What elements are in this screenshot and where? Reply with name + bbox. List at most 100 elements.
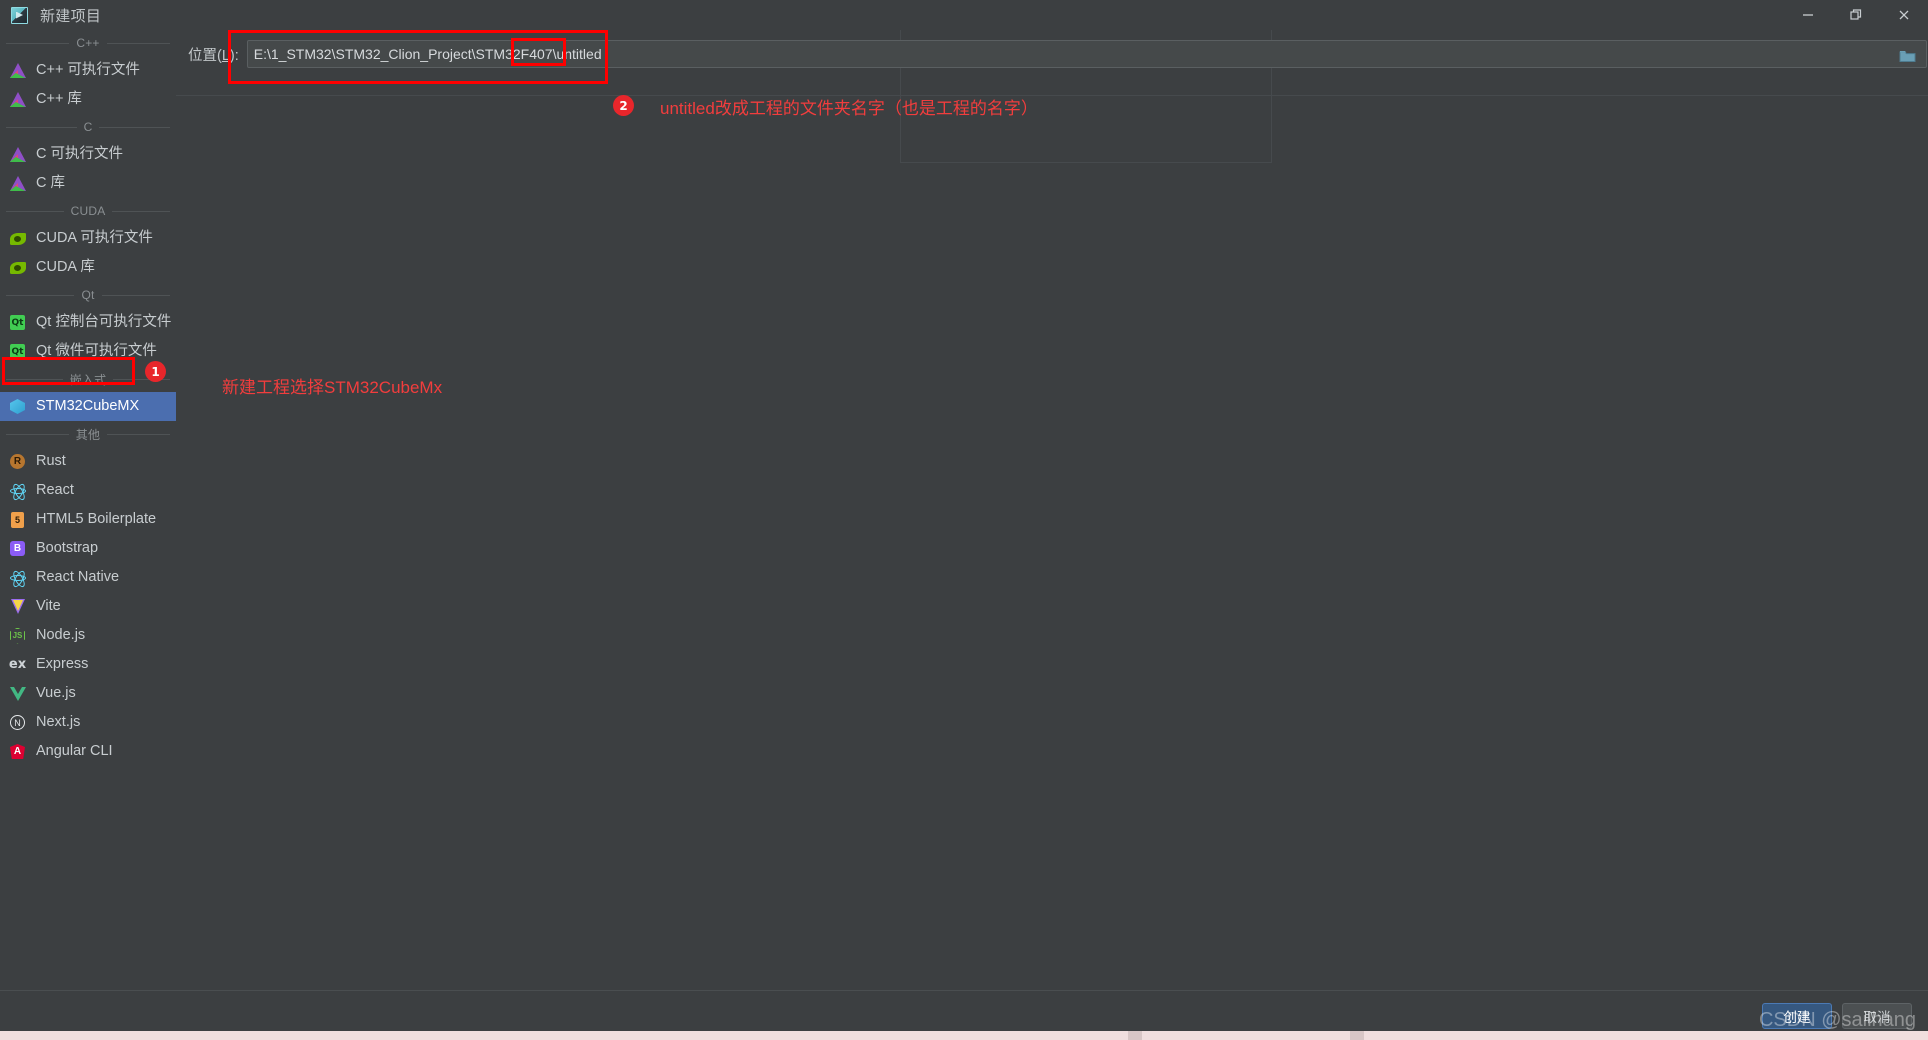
taskbar-strip xyxy=(0,1031,1928,1040)
clion-icon xyxy=(9,146,26,163)
react-icon xyxy=(9,569,26,586)
location-input-value: E:\1_STM32\STM32_Clion_Project\STM32F407… xyxy=(253,46,602,62)
template-item-label: Vite xyxy=(36,598,61,614)
react-icon xyxy=(9,482,26,499)
clion-icon xyxy=(9,175,26,192)
template-item-label: Next.js xyxy=(36,714,81,730)
group-separator-C: C xyxy=(0,114,176,140)
group-separator-Qt: Qt xyxy=(0,282,176,308)
template-item-C++ 可执行文件[interactable]: C++ 可执行文件 xyxy=(0,56,176,85)
taskbar-tick-2 xyxy=(1350,1031,1364,1040)
cancel-button[interactable]: 取消 xyxy=(1842,1002,1912,1029)
annotation-text-1: 新建工程选择STM32CubeMx xyxy=(222,378,443,397)
template-item-Rust[interactable]: R Rust xyxy=(0,447,176,476)
template-item-label: HTML5 Boilerplate xyxy=(36,511,157,527)
nodejs-icon: JS xyxy=(9,627,26,644)
rust-icon: R xyxy=(9,453,26,470)
template-item-label: Angular CLI xyxy=(36,743,113,759)
cuda-icon xyxy=(9,230,26,247)
template-item-C 可执行文件[interactable]: C 可执行文件 xyxy=(0,140,176,169)
express-icon: ex xyxy=(8,657,27,672)
nextjs-icon: N xyxy=(9,714,26,731)
template-item-CUDA 库[interactable]: CUDA 库 xyxy=(0,253,176,282)
separator-rule xyxy=(107,433,170,435)
group-caption: CUDA xyxy=(70,204,106,218)
group-separator-CUDA: CUDA xyxy=(0,198,176,224)
clion-icon xyxy=(9,91,26,108)
template-item-label: CUDA 库 xyxy=(36,259,95,275)
template-item-label: Qt 微件可执行文件 xyxy=(36,343,157,359)
template-item-label: CUDA 可执行文件 xyxy=(36,230,153,246)
template-item-Vue.js[interactable]: Vue.js xyxy=(0,679,176,708)
template-item-label: C 可执行文件 xyxy=(36,146,123,162)
folder-icon[interactable] xyxy=(1896,45,1920,67)
template-item-Qt 控制台可执行文件[interactable]: Qt Qt 控制台可执行文件 xyxy=(0,308,176,337)
vite-icon xyxy=(9,598,26,615)
separator-rule xyxy=(6,210,64,212)
separator-rule xyxy=(101,294,171,296)
template-item-STM32CubeMX[interactable]: STM32CubeMX xyxy=(0,392,176,421)
template-item-React[interactable]: React xyxy=(0,476,176,505)
close-icon[interactable] xyxy=(1880,0,1928,30)
separator-rule xyxy=(6,126,77,128)
template-item-Node.js[interactable]: JS Node.js xyxy=(0,621,176,650)
vuejs-icon xyxy=(9,685,26,702)
location-row: 位置(L): E:\1_STM32\STM32_Clion_Project\ST… xyxy=(188,40,1927,68)
project-settings-pane: 位置(L): E:\1_STM32\STM32_Clion_Project\ST… xyxy=(176,30,1928,990)
template-item-Vite[interactable]: Vite xyxy=(0,592,176,621)
template-item-label: C 库 xyxy=(36,175,65,191)
template-item-HTML5 Boilerplate[interactable]: 5 HTML5 Boilerplate xyxy=(0,505,176,534)
separator-rule xyxy=(6,294,75,296)
group-caption: C xyxy=(83,120,93,134)
template-list[interactable]: C++ C++ 可执行文件 C++ 库C C 可执行文件 C 库 CUDA CUDA 可执行… xyxy=(0,30,176,990)
template-item-label: Node.js xyxy=(36,627,86,643)
template-item-label: Qt 控制台可执行文件 xyxy=(36,314,172,330)
template-item-C 库[interactable]: C 库 xyxy=(0,169,176,198)
location-input[interactable]: E:\1_STM32\STM32_Clion_Project\STM32F407… xyxy=(246,40,1927,68)
group-separator-C++: C++ xyxy=(0,30,176,56)
template-item-label: STM32CubeMX xyxy=(36,398,140,414)
group-caption: Qt xyxy=(81,288,95,302)
new-project-icon xyxy=(11,6,28,24)
template-item-CUDA 可执行文件[interactable]: CUDA 可执行文件 xyxy=(0,224,176,253)
template-item-label: Bootstrap xyxy=(36,540,99,556)
location-label: 位置(L): xyxy=(188,47,239,64)
template-item-React Native[interactable]: React Native xyxy=(0,563,176,592)
template-item-C++ 库[interactable]: C++ 库 xyxy=(0,85,176,114)
annotation-badge-2: 2 xyxy=(613,95,634,116)
html5-icon: 5 xyxy=(9,511,26,528)
template-item-Next.js[interactable]: N Next.js xyxy=(0,708,176,737)
annotation-badge-1: 1 xyxy=(145,361,166,382)
qt-icon: Qt xyxy=(9,314,26,331)
template-item-label: React xyxy=(36,482,74,498)
clion-icon xyxy=(9,62,26,79)
template-item-label: C++ 可执行文件 xyxy=(36,62,140,78)
restore-icon[interactable] xyxy=(1832,0,1880,30)
separator-rule xyxy=(112,210,170,212)
template-item-Bootstrap[interactable]: B Bootstrap xyxy=(0,534,176,563)
angular-icon: A xyxy=(9,743,26,760)
group-caption: C++ xyxy=(76,36,100,50)
separator-rule xyxy=(6,378,63,380)
cuda-icon xyxy=(9,259,26,276)
template-item-label: C++ 库 xyxy=(36,91,82,107)
group-separator-其他: 其他 xyxy=(0,421,176,447)
create-button[interactable]: 创建 xyxy=(1762,1002,1832,1029)
template-item-label: Rust xyxy=(36,453,66,469)
separator-rule xyxy=(106,42,171,44)
template-item-Angular CLI[interactable]: A Angular CLI xyxy=(0,737,176,766)
qt-icon: Qt xyxy=(9,343,26,360)
window-title: 新建项目 xyxy=(40,7,102,25)
taskbar-tick-1 xyxy=(1128,1031,1142,1040)
window-controls xyxy=(1784,0,1928,30)
group-caption: 嵌入式 xyxy=(69,372,107,387)
separator-rule xyxy=(6,433,69,435)
template-item-label: Vue.js xyxy=(36,685,76,701)
title-bar: 新建项目 xyxy=(0,0,1928,30)
minimize-icon[interactable] xyxy=(1784,0,1832,30)
template-item-Express[interactable]: ex Express xyxy=(0,650,176,679)
new-project-dialog: 新建项目 C++ C++ 可执行文件 C++ 库C C 可执行文件 C 库 CUDA CUD… xyxy=(0,0,1928,1040)
group-caption: 其他 xyxy=(75,427,101,442)
separator-rule xyxy=(6,42,70,44)
separator-rule xyxy=(99,126,170,128)
